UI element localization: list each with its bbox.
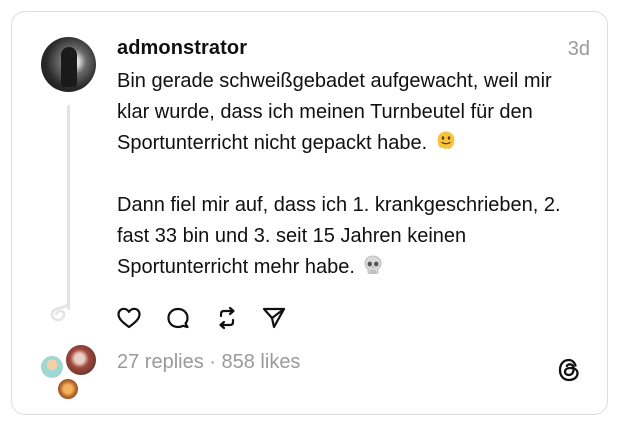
post-body: Bin gerade schweißgebadet aufgewacht, we… xyxy=(117,66,587,283)
repost-icon[interactable] xyxy=(213,304,241,332)
replier-avatar-3[interactable] xyxy=(56,377,80,401)
replier-avatar-2[interactable] xyxy=(64,343,98,377)
send-icon[interactable] xyxy=(260,304,288,332)
comment-bubble-icon[interactable] xyxy=(164,304,192,332)
likes-count[interactable]: 858 likes xyxy=(222,351,301,373)
post-paragraph-1: Bin gerade schweißgebadet aufgewacht, we… xyxy=(117,66,587,159)
post-paragraph-2-text: Dann fiel mir auf, dass ich 1. krankgesc… xyxy=(117,194,561,278)
thread-curl-icon xyxy=(50,300,70,322)
post-paragraph-1-text: Bin gerade schweißgebadet aufgewacht, we… xyxy=(117,70,552,154)
replier-avatar-1[interactable] xyxy=(39,354,65,380)
author-avatar[interactable] xyxy=(41,37,96,92)
thread-line xyxy=(67,105,70,310)
threads-logo-icon[interactable] xyxy=(555,356,583,384)
stats-separator: · xyxy=(203,351,222,373)
author-username[interactable]: admonstrator xyxy=(117,37,247,60)
post-time: 3d xyxy=(567,38,590,60)
skull-emoji xyxy=(365,255,382,274)
heart-icon[interactable] xyxy=(115,304,143,332)
replies-count[interactable]: 27 replies xyxy=(117,351,204,373)
post-stats: 27 replies · 858 likes xyxy=(117,351,300,374)
post-paragraph-2: Dann fiel mir auf, dass ich 1. krankgesc… xyxy=(117,190,587,283)
melting-face-emoji xyxy=(437,131,455,150)
